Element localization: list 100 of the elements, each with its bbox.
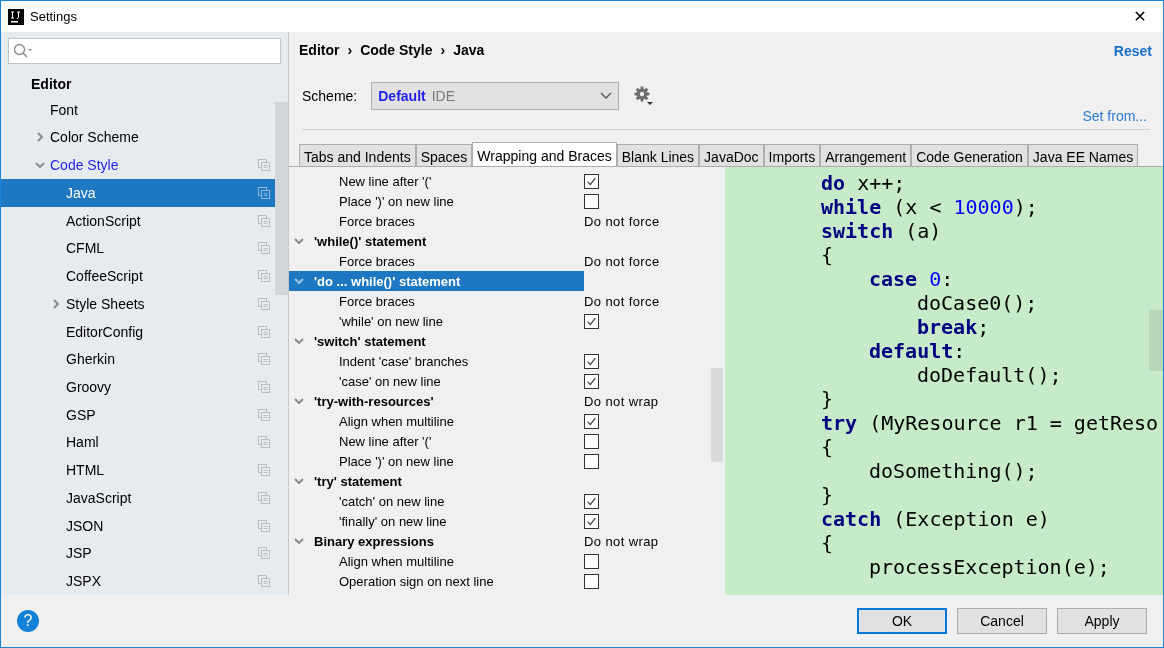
- set-from-link[interactable]: Set from...: [1082, 108, 1147, 124]
- option-value[interactable]: Do not force: [584, 253, 660, 269]
- sidebar-item[interactable]: Color Scheme: [1, 123, 275, 152]
- checkbox[interactable]: [584, 573, 599, 589]
- checkbox[interactable]: [584, 433, 599, 449]
- sidebar-item[interactable]: GSP: [1, 400, 275, 429]
- search-field[interactable]: [8, 38, 281, 64]
- code-line: try (MyResource r1 = getReso: [820, 411, 1160, 435]
- chevron-right-icon[interactable]: [35, 132, 45, 143]
- option-label: Place ')' on new line: [339, 193, 454, 209]
- code-line: doDefault();: [916, 363, 1063, 387]
- option-label: Align when multiline: [339, 553, 454, 569]
- sidebar-item[interactable]: Java: [1, 179, 275, 207]
- tab[interactable]: JavaDoc: [699, 144, 764, 166]
- group-label: 'do ... while()' statement: [314, 273, 461, 289]
- option-value[interactable]: Do not wrap: [584, 393, 659, 409]
- code-line: }: [820, 483, 835, 507]
- tab[interactable]: Spaces: [415, 144, 473, 166]
- tab[interactable]: Java EE Names: [1027, 144, 1139, 166]
- sidebar-item[interactable]: JavaScript: [1, 484, 275, 512]
- sidebar-item[interactable]: JSON: [1, 511, 275, 540]
- option-label: New line after '(': [339, 433, 432, 449]
- tab[interactable]: Tabs and Indents: [299, 144, 416, 166]
- tab[interactable]: Code Generation: [911, 144, 1028, 166]
- sidebar-item[interactable]: Groovy: [1, 373, 275, 401]
- reset-link[interactable]: Reset: [1113, 43, 1152, 59]
- dialog-button[interactable]: Cancel: [957, 608, 1047, 634]
- option-group-row[interactable]: 'try-with-resources' Do not wrap: [289, 391, 711, 411]
- checkbox[interactable]: [584, 493, 599, 509]
- checkbox[interactable]: [584, 553, 599, 569]
- code-line: while (x < 10000);: [820, 195, 1039, 219]
- option-label: 'finally' on new line: [339, 513, 447, 529]
- settings-icon[interactable]: [633, 85, 656, 107]
- sidebar-item[interactable]: Code Style: [1, 151, 275, 179]
- scheme-dropdown[interactable]: Default IDE: [371, 82, 620, 110]
- checkbox[interactable]: [584, 193, 599, 209]
- breadcrumb-item[interactable]: Java: [453, 42, 485, 58]
- option-group-row[interactable]: 'do ... while()' statement: [289, 271, 584, 291]
- dialog-button[interactable]: OK: [857, 608, 947, 634]
- sidebar-item[interactable]: EditorConfig: [1, 317, 275, 346]
- code-line: {: [820, 435, 835, 459]
- option-value[interactable]: Do not force: [584, 213, 660, 229]
- code-line: {: [820, 531, 835, 555]
- scrollbar-thumb[interactable]: [275, 102, 288, 295]
- sidebar-item[interactable]: CFML: [1, 234, 275, 263]
- option-label: Place ')' on new line: [339, 453, 454, 469]
- checkbox[interactable]: [584, 313, 599, 329]
- code-line: doSomething();: [868, 459, 1039, 483]
- option-group-row[interactable]: 'while()' statement: [289, 231, 711, 251]
- sidebar-item[interactable]: Gherkin: [1, 345, 275, 374]
- sidebar-item[interactable]: JSP: [1, 539, 275, 568]
- option-group-row[interactable]: 'try' statement: [289, 471, 711, 491]
- option-value[interactable]: Do not force: [584, 293, 660, 309]
- code-line: break;: [916, 315, 991, 339]
- option-value[interactable]: Do not wrap: [584, 533, 659, 549]
- sidebar-item[interactable]: JSPX: [1, 567, 275, 595]
- tab[interactable]: Arrangement: [820, 144, 912, 166]
- checkbox[interactable]: [584, 353, 599, 369]
- checkbox[interactable]: [584, 373, 599, 389]
- tab[interactable]: Blank Lines: [616, 144, 700, 166]
- close-button[interactable]: ✕: [1117, 1, 1163, 32]
- code-line: switch (a): [820, 219, 943, 243]
- checkbox[interactable]: [584, 453, 599, 469]
- chevron-right-icon[interactable]: [51, 298, 61, 309]
- group-label: Binary expressions: [314, 533, 434, 549]
- option-group-row[interactable]: 'switch' statement: [289, 331, 711, 351]
- help-button[interactable]: ?: [17, 610, 39, 632]
- code-line: catch (Exception e): [820, 507, 1051, 531]
- dialog-button[interactable]: Apply: [1057, 608, 1147, 634]
- chevron-down-icon[interactable]: [294, 236, 304, 246]
- sidebar-item[interactable]: CoffeeScript: [1, 262, 275, 290]
- code-line: processException(e);: [868, 555, 1111, 579]
- chevron-down-icon[interactable]: [294, 476, 304, 486]
- code-line: default:: [868, 339, 967, 363]
- option-label: 'case' on new line: [339, 373, 441, 389]
- sidebar-item[interactable]: Haml: [1, 428, 275, 457]
- scrollbar-thumb[interactable]: [1149, 310, 1163, 371]
- option-label: Operation sign on next line: [339, 573, 494, 589]
- sidebar-item[interactable]: ActionScript: [1, 206, 275, 235]
- option-label: Indent 'case' branches: [339, 353, 469, 369]
- sidebar-item[interactable]: HTML: [1, 456, 275, 485]
- checkbox[interactable]: [584, 173, 599, 189]
- chevron-down-icon[interactable]: [294, 536, 304, 546]
- chevron-down-icon[interactable]: [35, 160, 45, 171]
- option-group-row[interactable]: Binary expressions Do not wrap: [289, 531, 711, 551]
- chevron-down-icon[interactable]: [294, 336, 304, 346]
- chevron-down-icon[interactable]: [294, 276, 304, 286]
- code-line: do x++;: [820, 171, 907, 195]
- breadcrumb-item[interactable]: Editor: [299, 42, 340, 58]
- checkbox[interactable]: [584, 413, 599, 429]
- sidebar-item[interactable]: Font: [1, 95, 275, 124]
- sidebar-item[interactable]: Style Sheets: [1, 289, 275, 318]
- option-label: Align when multiline: [339, 413, 454, 429]
- breadcrumb-item[interactable]: Code Style: [360, 42, 433, 58]
- tab[interactable]: Imports: [763, 144, 821, 166]
- checkbox[interactable]: [584, 513, 599, 529]
- chevron-down-icon[interactable]: [294, 396, 304, 406]
- section-heading: Editor: [30, 75, 72, 94]
- breadcrumb-separator: ›: [347, 42, 353, 58]
- tab[interactable]: Wrapping and Braces: [472, 142, 617, 166]
